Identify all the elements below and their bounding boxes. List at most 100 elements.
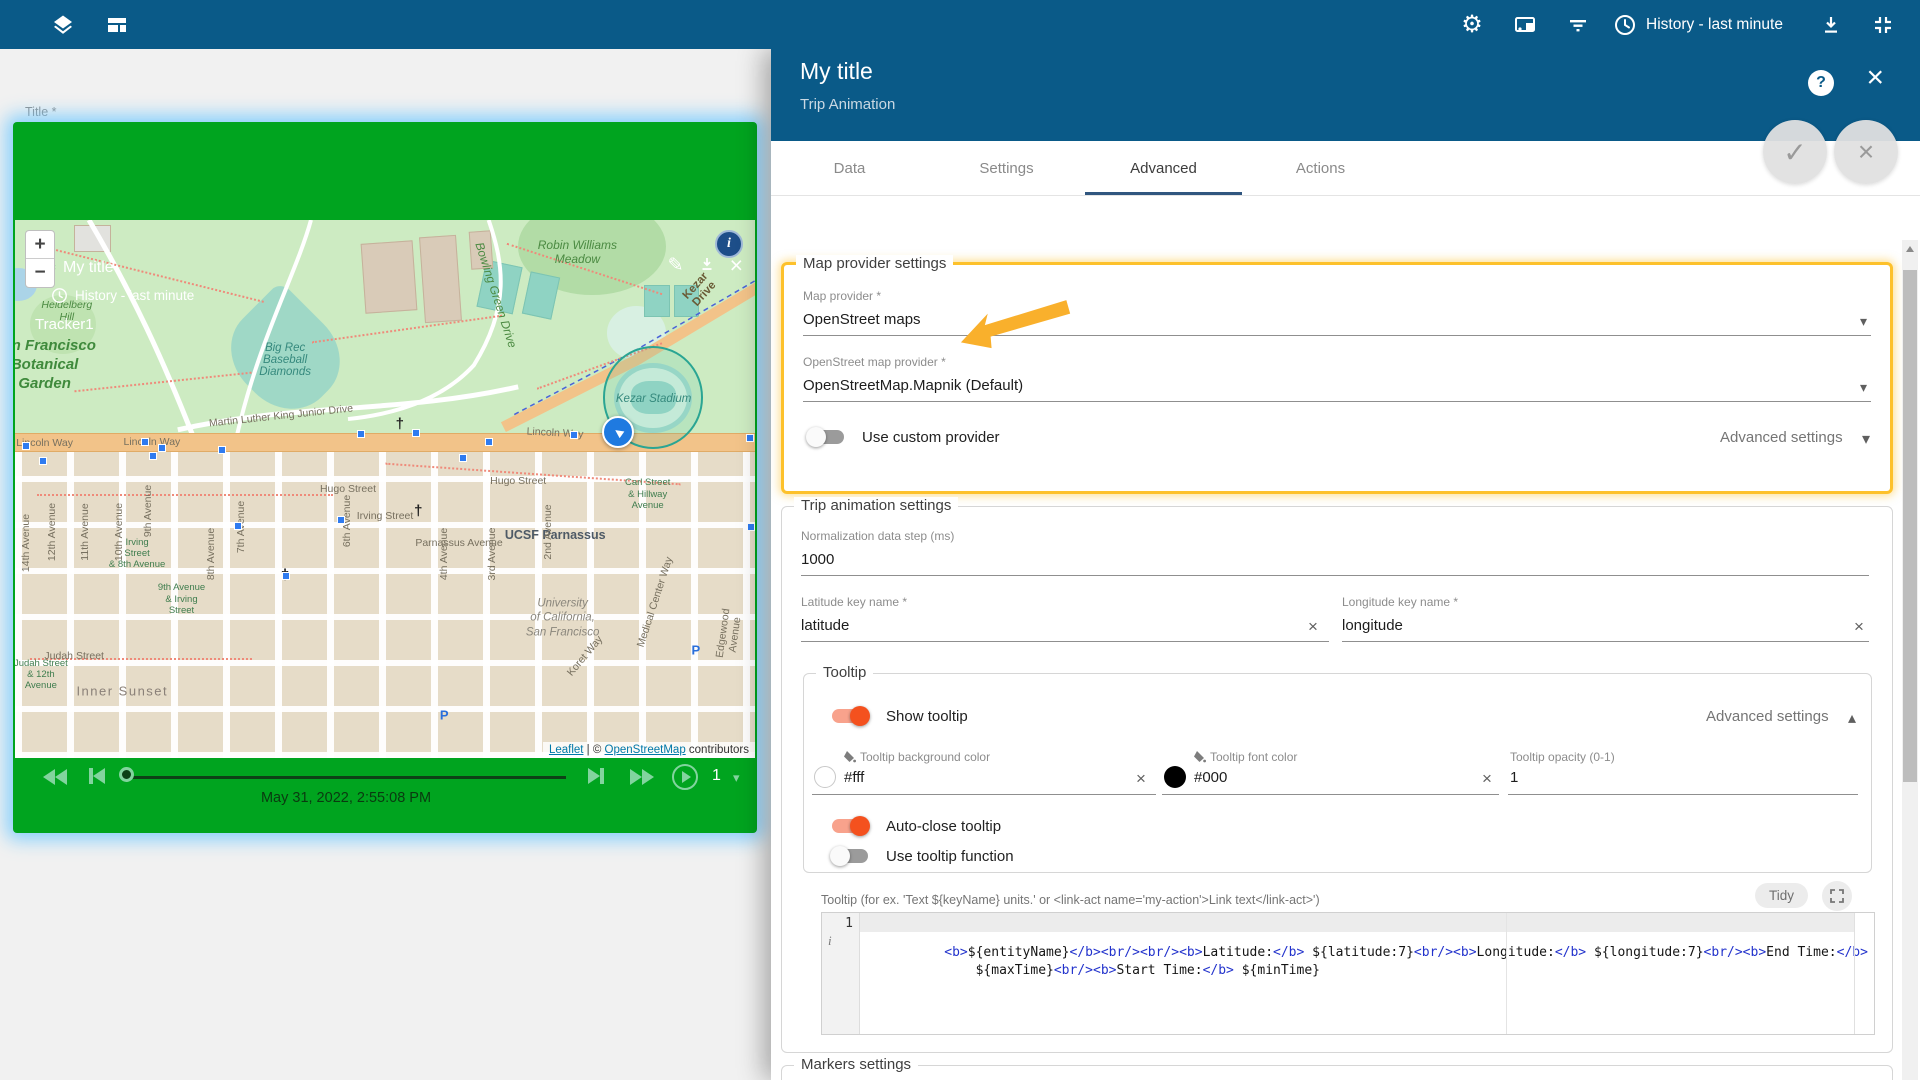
filter-icon[interactable] xyxy=(1565,12,1591,38)
route-waypoint[interactable] xyxy=(357,430,366,439)
apply-changes-fab[interactable]: ✓ xyxy=(1763,120,1827,184)
use-tooltip-function-toggle[interactable] xyxy=(830,846,868,866)
route-waypoint[interactable] xyxy=(484,437,493,446)
route-waypoint[interactable] xyxy=(157,443,166,452)
layers-icon[interactable] xyxy=(50,12,76,38)
route-waypoint[interactable] xyxy=(570,431,579,440)
osm-link[interactable]: OpenStreetMap xyxy=(605,744,686,756)
route-waypoint[interactable] xyxy=(39,457,48,466)
fast-forward-button[interactable] xyxy=(630,769,654,790)
route-waypoint[interactable] xyxy=(22,441,31,450)
zoom-in-button[interactable]: + xyxy=(26,231,54,259)
clear-icon[interactable]: × xyxy=(1854,618,1864,635)
tooltip-opacity-input[interactable]: 1 xyxy=(1510,769,1518,786)
fast-rewind-button[interactable] xyxy=(43,769,67,790)
timewindow-label[interactable]: History - last minute xyxy=(1646,0,1783,49)
osm-provider-select[interactable]: OpenStreetMap.Mapnik (Default) xyxy=(803,377,1023,394)
play-button[interactable] xyxy=(672,764,698,790)
manage-states-icon[interactable] xyxy=(1512,12,1538,38)
map-provider-select[interactable]: OpenStreet maps xyxy=(803,311,921,328)
widget-timewindow[interactable]: History - last minute xyxy=(75,288,194,303)
font-color-swatch[interactable] xyxy=(1164,766,1186,788)
use-tooltip-function-label: Use tooltip function xyxy=(886,848,1014,865)
use-custom-provider-toggle[interactable] xyxy=(806,427,844,447)
zoom-out-button[interactable]: − xyxy=(26,259,54,287)
route-waypoint[interactable] xyxy=(281,572,290,581)
tooltip-code-editor[interactable]: 1 i <b>${entityName}</b><br/><br/><b>Lat… xyxy=(821,912,1875,1035)
code-line-2: ${maxTime}<br/><b>Start Time:</b> ${minT… xyxy=(944,963,1320,978)
normalization-label: Normalization data step (ms) xyxy=(801,529,955,543)
dialog-tab[interactable]: Actions xyxy=(1242,141,1399,195)
widget-download-icon[interactable] xyxy=(698,255,716,277)
time-slider-knob[interactable] xyxy=(119,767,134,782)
select-caret-icon[interactable]: ▾ xyxy=(1860,313,1867,330)
route-waypoint[interactable] xyxy=(747,522,755,531)
dialog-tab[interactable]: Advanced xyxy=(1085,141,1242,195)
dashboard-title-label: Title * xyxy=(25,105,57,119)
clear-icon[interactable]: × xyxy=(1482,770,1492,787)
fullscreen-icon xyxy=(1830,889,1844,903)
dialog-close-icon[interactable]: × xyxy=(1866,63,1884,93)
route-waypoint[interactable] xyxy=(412,429,421,438)
discard-changes-fab[interactable]: × xyxy=(1834,120,1898,184)
chevron-up-icon[interactable]: ▴ xyxy=(1848,708,1856,728)
line-number: 1 xyxy=(845,916,853,931)
fullscreen-exit-icon[interactable] xyxy=(1870,12,1896,38)
show-tooltip-toggle[interactable] xyxy=(832,706,870,726)
speed-caret-icon[interactable]: ▾ xyxy=(733,770,740,786)
settings-gear-icon[interactable]: ⚙ xyxy=(1459,12,1485,38)
dialog-header: My title Trip Animation ? × xyxy=(771,49,1920,141)
map-info-button[interactable]: i xyxy=(715,230,743,258)
scroll-up-arrow[interactable] xyxy=(1902,240,1918,258)
editor-fullscreen-button[interactable] xyxy=(1822,881,1852,911)
route-waypoint[interactable] xyxy=(336,516,345,525)
top-toolbar: ⚙ History - last minute xyxy=(0,0,1920,49)
tooltip-bg-color-label: Tooltip background color xyxy=(860,750,991,764)
chevron-down-icon[interactable]: ▾ xyxy=(1862,429,1870,449)
tooltip-font-color-input[interactable]: #000 xyxy=(1194,769,1227,786)
trip-marker[interactable]: ▲ xyxy=(602,415,635,448)
clear-icon[interactable]: × xyxy=(1136,770,1146,787)
longitude-key-input[interactable]: longitude xyxy=(1342,617,1403,634)
tidy-button[interactable]: Tidy xyxy=(1755,883,1809,908)
route-waypoint[interactable] xyxy=(745,434,754,443)
dialog-subtitle: Trip Animation xyxy=(800,96,896,113)
leaflet-link[interactable]: Leaflet xyxy=(549,744,584,756)
route-waypoint[interactable] xyxy=(148,451,157,460)
dialog-scrollbar[interactable] xyxy=(1902,240,1918,1080)
trip-animation-widget[interactable]: ⚙ My title History - last minute Tracker… xyxy=(13,122,757,833)
clear-icon[interactable]: × xyxy=(1308,618,1318,635)
auto-close-tooltip-toggle[interactable] xyxy=(832,816,870,836)
annotation-info-icon: i xyxy=(828,933,832,948)
latitude-key-input[interactable]: latitude xyxy=(801,617,849,634)
help-button[interactable]: ? xyxy=(1808,70,1834,96)
dialog-tab[interactable]: Data xyxy=(771,141,928,195)
skip-to-start-button[interactable] xyxy=(89,768,105,789)
dialog-tabs: Data Settings Advanced Actions xyxy=(771,141,1920,196)
tooltip-bg-color-input[interactable]: #fff xyxy=(844,769,864,786)
skip-to-end-button[interactable] xyxy=(588,768,604,789)
time-slider-track[interactable] xyxy=(126,776,566,779)
advanced-settings-link[interactable]: Advanced settings xyxy=(1706,708,1829,725)
markers-settings-section: Markers settings Set additional rotation… xyxy=(781,1056,1893,1080)
widget-edit-icon[interactable]: ✎ xyxy=(668,256,684,275)
timewindow-clock-icon[interactable] xyxy=(1612,12,1638,38)
osm-provider-label: OpenStreet map provider * xyxy=(803,355,946,369)
select-caret-icon[interactable]: ▾ xyxy=(1860,379,1867,396)
export-download-icon[interactable] xyxy=(1818,12,1844,38)
scrollbar-thumb[interactable] xyxy=(1903,270,1917,782)
route-waypoint[interactable] xyxy=(234,521,243,530)
show-tooltip-label: Show tooltip xyxy=(886,708,968,725)
route-waypoint[interactable] xyxy=(458,454,467,463)
playback-speed-value[interactable]: 1 xyxy=(712,767,721,785)
route-waypoint[interactable] xyxy=(141,438,150,447)
navigation-arrow-icon: ▲ xyxy=(607,421,629,443)
normalization-input[interactable]: 1000 xyxy=(801,551,834,568)
advanced-settings-link[interactable]: Advanced settings xyxy=(1720,429,1843,446)
dashboard-layout-icon[interactable] xyxy=(104,12,130,38)
tooltip-font-color-label: Tooltip font color xyxy=(1210,750,1298,764)
widget-entity-label: Tracker1 xyxy=(35,316,94,333)
dialog-tab[interactable]: Settings xyxy=(928,141,1085,195)
bg-color-swatch[interactable] xyxy=(814,766,836,788)
route-waypoint[interactable] xyxy=(218,446,227,455)
